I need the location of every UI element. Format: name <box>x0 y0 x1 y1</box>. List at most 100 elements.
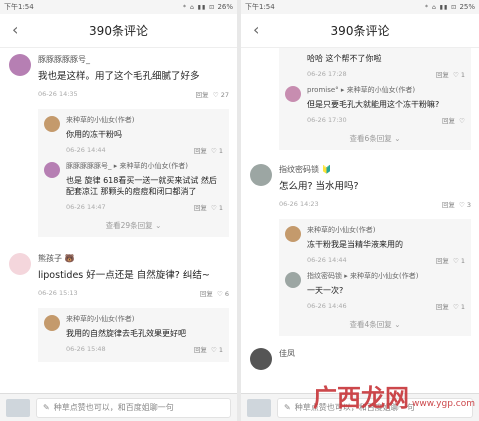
avatar[interactable] <box>9 253 31 275</box>
reply-username[interactable]: 来种草的小仙女(作者) <box>307 225 465 236</box>
reply-button[interactable]: 回复 <box>436 303 449 311</box>
chevron-down-icon: ⌄ <box>155 221 162 230</box>
comment-list[interactable]: 豚豚豚豚豚号_ 我也是这样。用了这个毛孔细腻了好多 06-26 14:35 回复… <box>0 48 237 393</box>
site-watermark: 广西龙网 www.ygp.com <box>313 385 475 411</box>
left-screenshot: 下午1:54 * ⌂ ▮▮ ⊡ 26% ‹ 390条评论 豚豚豚豚豚号_ 我也是… <box>0 0 237 421</box>
reply-button[interactable]: 回复 <box>442 117 455 125</box>
back-icon[interactable]: ‹ <box>12 20 18 39</box>
like-count: 1 <box>218 204 223 212</box>
like-icon[interactable]: ♡ <box>453 257 459 265</box>
status-time: 下午1:54 <box>4 3 34 11</box>
reply-button[interactable]: 回复 <box>436 257 449 265</box>
status-bar: 下午1:54 * ⌂ ▮▮ ⊡ 26% <box>0 0 237 14</box>
battery-level: 25% <box>459 3 475 11</box>
reply-box: 来种草的小仙女(作者) 你用的冻干粉吗 06-26 14:44 回复 ♡ 1 豚… <box>38 109 229 237</box>
reply-text: 一天一次? <box>307 286 344 295</box>
reply-text: 我用的自然旋律去毛孔效果更好吧 <box>66 329 186 338</box>
right-screenshot: 下午1:54 * ⌂ ▮▮ ⊡ 25% ‹ 390条评论 哈哈 这个帮不了你啦 … <box>241 0 479 421</box>
comment-input-bar: ✎ 种草点赞也可以，和百度姐聊一句 <box>0 393 237 421</box>
comment-username[interactable]: 佳凤 <box>279 348 471 360</box>
comment-date: 06-26 15:13 <box>38 289 78 297</box>
reply-item: promise° ▸ 来种草的小仙女(作者) 但是只要毛孔大就能用这个冻干粉嘛?… <box>285 83 465 129</box>
like-icon[interactable]: ♡ <box>211 346 217 354</box>
comment-text: 怎么用? 当水用吗? <box>279 181 359 192</box>
like-count: 1 <box>218 147 223 155</box>
comment-username-text[interactable]: 熊孩子 <box>38 254 62 263</box>
comment-input-placeholder: 种草点赞也可以，和百度姐聊一句 <box>53 403 174 412</box>
avatar[interactable] <box>44 162 60 178</box>
reply-item: 来种草的小仙女(作者) 我用的自然旋律去毛孔效果更好吧 06-26 15:48 … <box>44 312 223 358</box>
view-more-label[interactable]: 查看4条回复 <box>350 320 392 329</box>
reply-item: 来种草的小仙女(作者) 你用的冻干粉吗 06-26 14:44 回复 ♡ 1 <box>44 113 223 159</box>
reply-date: 06-26 14:44 <box>66 146 106 154</box>
reply-button[interactable]: 回复 <box>200 290 213 298</box>
reply-item: 指纹密码锁 ▸ 来种草的小仙女(作者) 一天一次? 06-26 14:46 回复… <box>285 269 465 315</box>
comment-input[interactable]: ✎ 种草点赞也可以，和百度姐聊一句 <box>36 397 231 418</box>
view-more-replies[interactable]: 查看4条回复 ⌄ <box>285 315 465 332</box>
chevron-down-icon: ⌄ <box>394 134 401 143</box>
reply-username[interactable]: 豚豚豚豚豚号_ ▸ 来种草的小仙女(作者) <box>66 161 223 172</box>
avatar[interactable] <box>250 348 272 370</box>
like-icon[interactable]: ♡ <box>217 290 223 298</box>
comments-header: ‹ 390条评论 <box>241 14 479 48</box>
like-icon[interactable]: ♡ <box>459 201 465 209</box>
like-count: 1 <box>460 71 465 79</box>
like-icon[interactable]: ♡ <box>211 204 217 212</box>
comment-date: 06-26 14:35 <box>38 90 78 98</box>
avatar[interactable] <box>44 315 60 331</box>
comment-item: 佳凤 <box>241 342 479 370</box>
like-icon[interactable]: ♡ <box>453 303 459 311</box>
like-icon[interactable]: ♡ <box>213 91 219 99</box>
reply-button[interactable]: 回复 <box>436 71 449 79</box>
avatar[interactable] <box>285 86 301 102</box>
avatar[interactable] <box>9 54 31 76</box>
watermark-logo: 广西龙网 <box>313 384 410 412</box>
battery-level: 26% <box>217 3 233 11</box>
reply-username[interactable]: 来种草的小仙女(作者) <box>66 314 223 325</box>
avatar[interactable] <box>285 226 301 242</box>
like-icon[interactable]: ♡ <box>459 117 465 125</box>
reply-text: 冻干粉我是当精华液来用的 <box>307 240 403 249</box>
back-icon[interactable]: ‹ <box>253 20 259 39</box>
view-more-label[interactable]: 查看29条回复 <box>106 221 153 230</box>
view-more-label[interactable]: 查看6条回复 <box>350 134 392 143</box>
comment-username[interactable]: 豚豚豚豚豚号_ <box>38 54 229 66</box>
reply-date: 06-26 14:46 <box>307 302 347 310</box>
view-more-replies[interactable]: 查看6条回复 ⌄ <box>285 129 465 146</box>
like-count: 6 <box>224 290 229 298</box>
view-more-replies[interactable]: 查看29条回复 ⌄ <box>44 216 223 233</box>
reply-username[interactable]: 来种草的小仙女(作者) <box>66 115 223 126</box>
reply-date: 06-26 14:47 <box>66 203 106 211</box>
avatar[interactable] <box>250 164 272 186</box>
comment-list[interactable]: 哈哈 这个帮不了你啦 06-26 17:28 回复 ♡ 1 promise° ▸… <box>241 48 479 393</box>
image-thumbnail[interactable] <box>6 398 30 417</box>
like-icon[interactable]: ♡ <box>453 71 459 79</box>
badge-icon: 🔰 <box>321 165 332 174</box>
avatar[interactable] <box>44 116 60 132</box>
reply-button[interactable]: 回复 <box>194 204 207 212</box>
reply-button[interactable]: 回复 <box>442 201 455 209</box>
reply-box: 来种草的小仙女(作者) 冻干粉我是当精华液来用的 06-26 14:44 回复 … <box>279 219 471 336</box>
status-bar: 下午1:54 * ⌂ ▮▮ ⊡ 25% <box>241 0 479 14</box>
comment-username[interactable]: 熊孩子 🐻 <box>38 253 229 265</box>
like-count: 27 <box>220 91 229 99</box>
reply-button[interactable]: 回复 <box>196 91 209 99</box>
reply-text: 也是 旋律 618看买一送一就买来试试 然后配套凉江 那颗头的痘痘和闭口都消了 <box>66 176 217 196</box>
reply-box: 来种草的小仙女(作者) 我用的自然旋律去毛孔效果更好吧 06-26 15:48 … <box>38 308 229 362</box>
like-count: 1 <box>460 257 465 265</box>
reply-button[interactable]: 回复 <box>194 147 207 155</box>
watermark-url: www.ygp.com <box>412 399 475 409</box>
reply-button[interactable]: 回复 <box>194 346 207 354</box>
reply-item: 哈哈 这个帮不了你啦 06-26 17:28 回复 ♡ 1 <box>285 53 465 83</box>
reply-date: 06-26 15:48 <box>66 345 106 353</box>
avatar[interactable] <box>285 272 301 288</box>
like-icon[interactable]: ♡ <box>211 147 217 155</box>
reply-username[interactable]: promise° ▸ 来种草的小仙女(作者) <box>307 85 465 96</box>
status-time: 下午1:54 <box>245 3 275 11</box>
comment-username[interactable]: 指纹密码锁 🔰 <box>279 164 471 176</box>
image-thumbnail[interactable] <box>247 398 271 417</box>
reply-username[interactable]: 指纹密码锁 ▸ 来种草的小仙女(作者) <box>307 271 465 282</box>
reply-date: 06-26 14:44 <box>307 256 347 264</box>
reply-date: 06-26 17:30 <box>307 116 347 124</box>
comment-username-text[interactable]: 指纹密码锁 <box>279 165 319 174</box>
